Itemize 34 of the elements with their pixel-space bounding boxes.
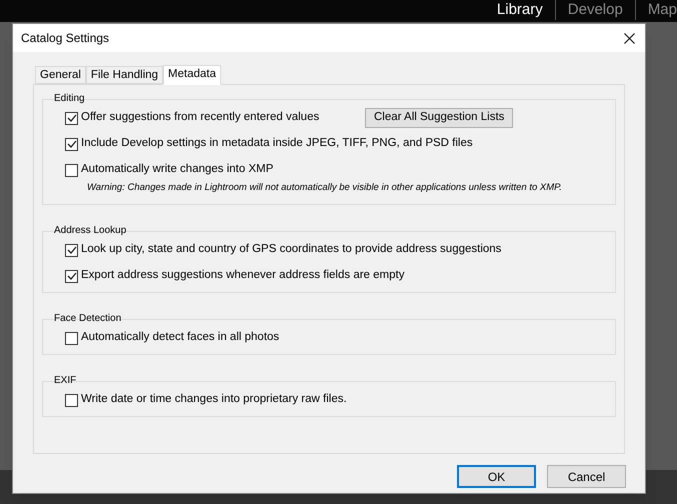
checkbox[interactable] (65, 244, 78, 256)
window-title: Catalog Settings (21, 30, 110, 47)
module-tab[interactable]: Library (484, 0, 543, 20)
checkbox-label[interactable]: Write date or time changes into proprietary raw files. (81, 391, 347, 409)
checkbox-label[interactable]: Export address suggestions whenever address fields are empty (81, 267, 404, 285)
dialog-button[interactable]: OK (457, 465, 536, 488)
checkbox[interactable] (65, 270, 78, 282)
checkbox[interactable] (65, 394, 78, 406)
dialog-button[interactable]: Cancel (547, 465, 626, 488)
checkbox[interactable] (65, 164, 78, 176)
clear-suggestions-button[interactable]: Clear All Suggestion Lists (365, 108, 514, 128)
tab[interactable]: General (35, 66, 86, 84)
group-title: Editing (53, 93, 86, 105)
checkbox[interactable] (65, 138, 78, 150)
checkmark-icon (66, 246, 76, 254)
tab[interactable]: Metadata (163, 65, 221, 85)
checkbox[interactable] (65, 112, 78, 124)
tab[interactable]: File Handling (86, 66, 164, 84)
checkmark-icon (66, 272, 76, 280)
checkbox-label[interactable]: Look up city, state and country of GPS coordinates to provide address suggestions (81, 241, 502, 259)
checkmark-icon (66, 140, 76, 148)
group-title: Face Detection (53, 313, 122, 325)
group-title: Address Lookup (53, 225, 128, 237)
checkmark-icon (66, 114, 76, 122)
checkbox-label[interactable]: Offer suggestions from recently entered values (81, 109, 320, 127)
module-tab[interactable]: Map (634, 0, 677, 20)
warning-note: Warning: Changes made in Lightroom will not automatically be visible in other applications unless written to XMP. (86, 181, 563, 195)
checkbox[interactable] (65, 332, 78, 344)
checkbox-label[interactable]: Automatically write changes into XMP (81, 161, 274, 179)
close-icon[interactable] (624, 32, 635, 44)
checkbox-label[interactable]: Automatically detect faces in all photos (81, 329, 280, 347)
module-tab[interactable]: Develop (554, 0, 623, 20)
group-title: EXIF (53, 375, 78, 387)
checkbox-label[interactable]: Include Develop settings in metadata inside JPEG, TIFF, PNG, and PSD files (81, 135, 473, 153)
